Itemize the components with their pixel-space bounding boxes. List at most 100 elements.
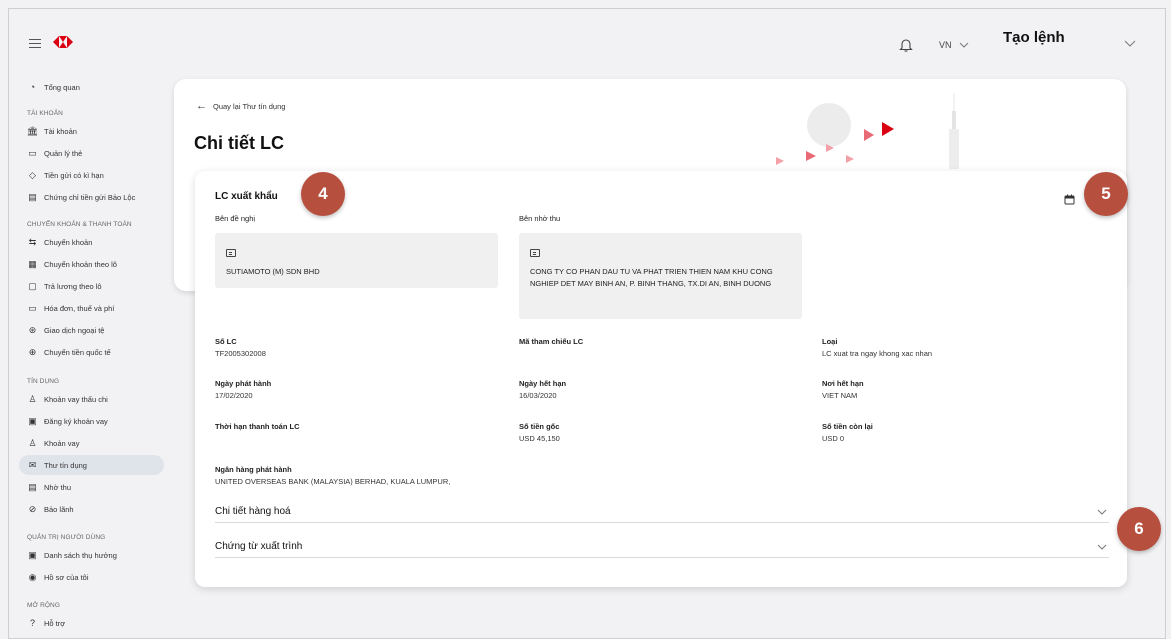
deposit-icon: ◇ xyxy=(29,169,36,180)
field-label: Số tiền còn lại xyxy=(822,422,873,431)
sidebar-item-fx[interactable]: ⊛ Giao dịch ngoại tệ xyxy=(19,320,164,340)
sidebar: ◔ Tổng quan TÀI KHOẢN 🏛︎ Tài khoản ▭ Quả… xyxy=(9,71,174,638)
sidebar-item-international[interactable]: ⊕ Chuyển tiền quốc tế xyxy=(19,342,164,362)
sidebar-item-guarantee[interactable]: ⊘ Bảo lãnh xyxy=(19,499,164,519)
payroll-icon: ▢ xyxy=(28,280,37,291)
batch-transfer-icon: ▦ xyxy=(28,258,37,269)
back-link[interactable]: ← Quay lại Thư tín dụng xyxy=(196,100,285,112)
lc-kind-field: Loại LC xuat tra ngay khong xac nhan xyxy=(822,337,932,358)
field-label: Số LC xyxy=(215,337,237,346)
original-amount-field: Số tiền gốc USD 45,150 xyxy=(519,422,560,443)
create-order-button[interactable]: Tạo lệnh xyxy=(1003,29,1065,46)
sidebar-item-beneficiaries[interactable]: ▣ Danh sách thụ hưởng xyxy=(19,545,164,565)
field-label: Mã tham chiếu LC xyxy=(519,337,584,346)
sidebar-item-label: Chuyển khoản xyxy=(44,237,93,247)
chevron-down-icon[interactable] xyxy=(959,42,969,49)
language-selector[interactable]: VN xyxy=(939,40,952,50)
sidebar-item-label: Trả lương theo lô xyxy=(44,281,102,291)
sidebar-item-letter-of-credit[interactable]: ✉ Thư tín dụng xyxy=(19,455,164,475)
guarantee-icon: ⊘ xyxy=(28,503,37,514)
collector-label: Bên nhờ thu xyxy=(519,214,561,223)
chevron-down-icon[interactable] xyxy=(1097,544,1107,550)
sidebar-item-loan-register[interactable]: ▣ Đăng ký khoản vay xyxy=(19,411,164,431)
sidebar-item-profile[interactable]: ◉ Hồ sơ của tôi xyxy=(19,567,164,587)
sidebar-item-label: Hỗ trợ xyxy=(44,618,66,628)
accordion-label: Chứng từ xuất trình xyxy=(215,541,303,552)
bank-logo[interactable] xyxy=(53,36,73,48)
sidebar-item-overview[interactable]: ◔ Tổng quan xyxy=(19,77,164,97)
sidebar-item-label: Tiền gửi có kì hạn xyxy=(44,170,104,180)
sidebar-item-label: Danh sách thụ hưởng xyxy=(44,550,117,560)
sidebar-item-label: Chuyển khoản theo lô xyxy=(44,259,117,269)
lc-reference-field: Mã tham chiếu LC xyxy=(519,337,583,349)
bell-icon[interactable] xyxy=(899,37,913,53)
sidebar-section-transfer: CHUYỂN KHOẢN & THANH TOÁN xyxy=(27,221,132,228)
expiry-place-field: Nơi hết hạn VIET NAM xyxy=(822,379,864,400)
sidebar-item-label: Khoản vay xyxy=(44,438,80,448)
decorative-illustration xyxy=(776,93,959,169)
goods-details-accordion[interactable]: Chi tiết hàng hoá xyxy=(215,501,1109,523)
app-window: VN Tạo lệnh ◔ Tổng quan TÀI KHOẢN 🏛︎ Tài… xyxy=(8,8,1166,639)
presented-documents-accordion[interactable]: Chứng từ xuất trình xyxy=(215,536,1109,558)
loan-register-icon: ▣ xyxy=(28,415,37,426)
field-value: USD 0 xyxy=(822,434,845,443)
overdraft-icon: ♙ xyxy=(28,393,37,404)
sidebar-item-label: Tổng quan xyxy=(44,82,80,92)
sidebar-section-extension: MỞ RỘNG xyxy=(27,602,60,609)
expiry-date-field: Ngày hết hạn 16/03/2020 xyxy=(519,379,566,400)
chevron-down-icon[interactable] xyxy=(1097,509,1107,515)
sidebar-item-accounts[interactable]: 🏛︎ Tài khoản xyxy=(19,121,164,141)
back-link-label: Quay lại Thư tín dụng xyxy=(213,101,286,111)
sidebar-item-label: Hồ sơ của tôi xyxy=(44,572,89,582)
sidebar-item-collection[interactable]: ▤ Nhờ thu xyxy=(19,477,164,497)
bank-icon: 🏛︎ xyxy=(26,125,39,136)
collection-icon: ▤ xyxy=(28,481,37,492)
sidebar-item-bills[interactable]: ▭ Hóa đơn, thuế và phí xyxy=(19,298,164,318)
sidebar-item-label: Nhờ thu xyxy=(44,482,72,492)
id-card-icon xyxy=(226,249,236,257)
sidebar-item-batch-transfer[interactable]: ▦ Chuyển khoản theo lô xyxy=(19,254,164,274)
certificate-icon: ▤ xyxy=(28,191,37,202)
field-label: Loại xyxy=(822,337,838,346)
sidebar-item-help[interactable]: ? Hỗ trợ xyxy=(19,613,164,633)
sidebar-item-overdraft[interactable]: ♙ Khoản vay thấu chi xyxy=(19,389,164,409)
menu-icon[interactable] xyxy=(29,39,41,48)
field-label: Thời hạn thanh toán LC xyxy=(215,422,300,431)
field-label: Ngày phát hành xyxy=(215,379,272,388)
sidebar-item-label: Chứng chỉ tiền gửi Bảo Lộc xyxy=(44,192,136,202)
sidebar-item-label: Khoản vay thấu chi xyxy=(44,394,108,404)
sidebar-item-label: Quản lý thẻ xyxy=(44,148,83,158)
fx-icon: ⊛ xyxy=(28,324,37,335)
sidebar-item-label: Bảo lãnh xyxy=(44,504,74,514)
field-value: LC xuat tra ngay khong xac nhan xyxy=(822,349,933,358)
applicant-label: Bên đề nghị xyxy=(215,214,256,223)
chevron-down-icon[interactable] xyxy=(1123,39,1137,49)
sidebar-item-certificate[interactable]: ▤ Chứng chỉ tiền gửi Bảo Lộc xyxy=(19,187,164,207)
sidebar-item-payroll[interactable]: ▢ Trả lương theo lô xyxy=(19,276,164,296)
card-icon: ▭ xyxy=(28,147,37,158)
sidebar-item-transfer[interactable]: ⇆ Chuyển khoản xyxy=(19,232,164,252)
field-label: Số tiền gốc xyxy=(519,422,560,431)
sidebar-item-cards[interactable]: ▭ Quản lý thẻ xyxy=(19,143,164,163)
sidebar-item-label: Tài khoản xyxy=(44,126,77,136)
sidebar-item-loan[interactable]: ♙ Khoản vay xyxy=(19,433,164,453)
sidebar-item-term-deposit[interactable]: ◇ Tiền gửi có kì hạn xyxy=(19,165,164,185)
lc-type-title: LC xuất khẩu xyxy=(215,191,278,202)
beneficiary-icon: ▣ xyxy=(28,549,37,560)
applicant-box: SUTIAMOTO (M) SDN BHD xyxy=(215,233,498,288)
field-value: VIET NAM xyxy=(822,391,858,400)
field-label: Nơi hết hạn xyxy=(822,379,864,388)
sidebar-item-label: Giao dịch ngoại tệ xyxy=(44,325,105,335)
page-title: Chi tiết LC xyxy=(194,133,284,153)
field-value: 16/03/2020 xyxy=(519,391,557,400)
field-value: USD 45,150 xyxy=(519,434,560,443)
globe-icon: ⊕ xyxy=(28,346,37,357)
collector-name: CONG TY CO PHAN DAU TU VA PHAT TRIEN THI… xyxy=(530,267,773,288)
calendar-icon[interactable] xyxy=(1064,194,1075,205)
annotation-marker-5: 5 xyxy=(1084,172,1128,216)
remaining-amount-field: Số tiền còn lại USD 0 xyxy=(822,422,873,443)
applicant-name: SUTIAMOTO (M) SDN BHD xyxy=(226,267,320,276)
transfer-icon: ⇆ xyxy=(28,236,37,247)
loan-icon: ♙ xyxy=(28,437,37,448)
sidebar-item-label: Thư tín dụng xyxy=(44,460,87,470)
